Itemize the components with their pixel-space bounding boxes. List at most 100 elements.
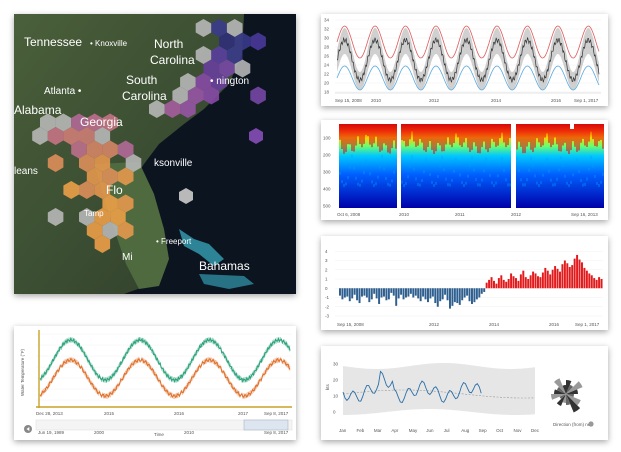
water-temperature-panel[interactable]: Water Temperature (°F) Dec 28, 2013 Sep … <box>14 326 296 440</box>
y-tick-label: 300 <box>323 170 331 175</box>
heatmap-column <box>501 124 503 133</box>
heatmap-column <box>363 171 365 175</box>
heatmap-column <box>524 124 526 154</box>
heatmap-column <box>427 161 429 165</box>
heatmap-column <box>395 124 397 149</box>
heatmap-column <box>540 181 542 185</box>
heatmap-column <box>401 180 403 184</box>
temperature-range-panel[interactable]: 34 32 30 28 26 24 22 20 18 Sep 15, 2008 Sep 1, 2… <box>321 14 608 106</box>
heatmap-column <box>481 178 483 182</box>
heatmap-column <box>367 160 369 164</box>
bar-negative <box>471 288 473 304</box>
heatmap-column <box>602 124 604 149</box>
y-tick-label: 500 <box>323 204 331 209</box>
bar-positive <box>493 280 495 289</box>
depth-heatmap-panel[interactable]: 100 200 300 400 500 Oct 6, 2008 Sep 16, 2013… <box>321 120 608 220</box>
range-band <box>337 28 599 90</box>
temperature-range-chart[interactable]: 34 32 30 28 26 24 22 20 18 Sep 15, 2008 Sep 1, 2… <box>321 14 608 106</box>
navigator-selection[interactable] <box>243 419 289 431</box>
month-label: Oct <box>496 428 504 433</box>
heatmap-column <box>345 124 347 152</box>
city-knoxville: • Knoxville <box>90 39 128 48</box>
bar-negative <box>356 288 359 301</box>
bar-positive <box>534 273 537 289</box>
heatmap-column <box>485 124 487 150</box>
heatmap-column <box>487 124 489 153</box>
heatmap-column <box>435 124 437 152</box>
heatmap-column <box>455 124 457 134</box>
anomaly-bar-chart[interactable]: 4 3 2 1 0 -1 -2 -3 Sep 15, 2008 Sep 1, 2017 201… <box>321 236 608 330</box>
bar-negative <box>461 288 464 301</box>
heatmap-column <box>341 180 343 184</box>
y-tick-label: -2 <box>325 304 329 309</box>
map-svg[interactable]: Tennessee • Knoxville North Carolina Sou… <box>14 14 296 294</box>
help-icon[interactable] <box>588 421 594 427</box>
heatmap-column <box>343 124 345 154</box>
heatmap-column <box>493 183 495 187</box>
x-tick-2014: 2014 <box>491 98 502 103</box>
x-tick-2014: 2014 <box>489 322 500 327</box>
heatmap-column <box>417 182 419 186</box>
bar-negative <box>363 288 366 296</box>
y-tick-label: -3 <box>325 314 329 319</box>
state-label-bahamas: Bahamas <box>199 259 250 273</box>
x-tick-2016: 2016 <box>549 322 560 327</box>
heatmap-column <box>373 124 375 144</box>
heatmap-column <box>361 124 363 148</box>
heatmap-column <box>477 124 479 153</box>
heatmap-column <box>594 175 596 179</box>
bar-negative <box>390 288 393 293</box>
anomaly-bar-panel[interactable]: 4 3 2 1 0 -1 -2 -3 Sep 15, 2008 Sep 1, 2017 201… <box>321 236 608 330</box>
month-label: Jan <box>339 428 347 433</box>
heatmap-column <box>413 167 415 171</box>
x-start-label: Sep 15, 2008 <box>335 98 362 103</box>
x-tick-2016: 2016 <box>551 98 562 103</box>
bar-negative <box>409 288 412 294</box>
heatmap-column <box>351 124 353 151</box>
heatmap-column <box>349 124 351 145</box>
y-tick-label: 30 <box>324 36 330 41</box>
heatmap-column <box>453 169 455 173</box>
navigator-start-label: Jun 19, 1989 <box>38 430 65 435</box>
heatmap-column <box>473 124 475 143</box>
bar-negative <box>397 288 400 299</box>
heatmap-column <box>353 124 355 152</box>
bar-negative <box>478 288 481 298</box>
bar-negative <box>483 288 486 292</box>
y-tick-label: 22 <box>324 72 330 77</box>
x-tick-2017: 2017 <box>238 411 249 416</box>
heatmap-column <box>473 168 475 172</box>
heatmap-column <box>425 124 427 152</box>
wind-speed-chart[interactable]: kts 30 20 10 0 Jan Feb Mar Apr May Jun Jul Aug Sep O… <box>321 346 608 440</box>
wind-speed-panel[interactable]: kts 30 20 10 0 Jan Feb Mar Apr May Jun Jul Aug Sep O… <box>321 346 608 440</box>
depth-heatmap-chart[interactable]: 100 200 300 400 500 Oct 6, 2008 Sep 16, 2013… <box>321 120 608 220</box>
state-label-carolina-n: Carolina <box>150 53 195 67</box>
heatmap-column <box>475 124 477 147</box>
bar-positive <box>556 268 559 289</box>
bar-negative <box>480 288 483 294</box>
bar-negative <box>427 288 429 303</box>
navigator-end-label: Sep 8, 2017 <box>264 430 289 435</box>
heatmap-column <box>435 181 437 185</box>
bar-positive <box>588 273 591 289</box>
y-tick-label: 28 <box>324 45 330 50</box>
heatmap-column <box>507 124 509 146</box>
heatmap-column <box>371 180 373 184</box>
heatmap-column <box>451 178 453 182</box>
month-label: Apr <box>391 428 399 433</box>
heatmap-column <box>347 124 349 145</box>
water-temperature-chart[interactable]: Water Temperature (°F) Dec 28, 2013 Sep … <box>14 326 296 440</box>
heatmap-column <box>423 124 425 151</box>
bar-positive <box>585 270 588 289</box>
bar-negative <box>378 288 381 304</box>
heatmap-column <box>548 169 550 173</box>
bar-negative <box>387 288 390 300</box>
map-panel[interactable]: Tennessee • Knoxville North Carolina Sou… <box>14 14 296 294</box>
heatmap-column <box>379 124 381 152</box>
bar-negative <box>373 288 376 294</box>
y-tick-label: 400 <box>323 187 331 192</box>
heatmap-column <box>391 179 393 183</box>
heatmap-column <box>544 162 546 166</box>
heatmap-column <box>550 178 552 182</box>
x-tick-2010: 2010 <box>399 212 410 217</box>
